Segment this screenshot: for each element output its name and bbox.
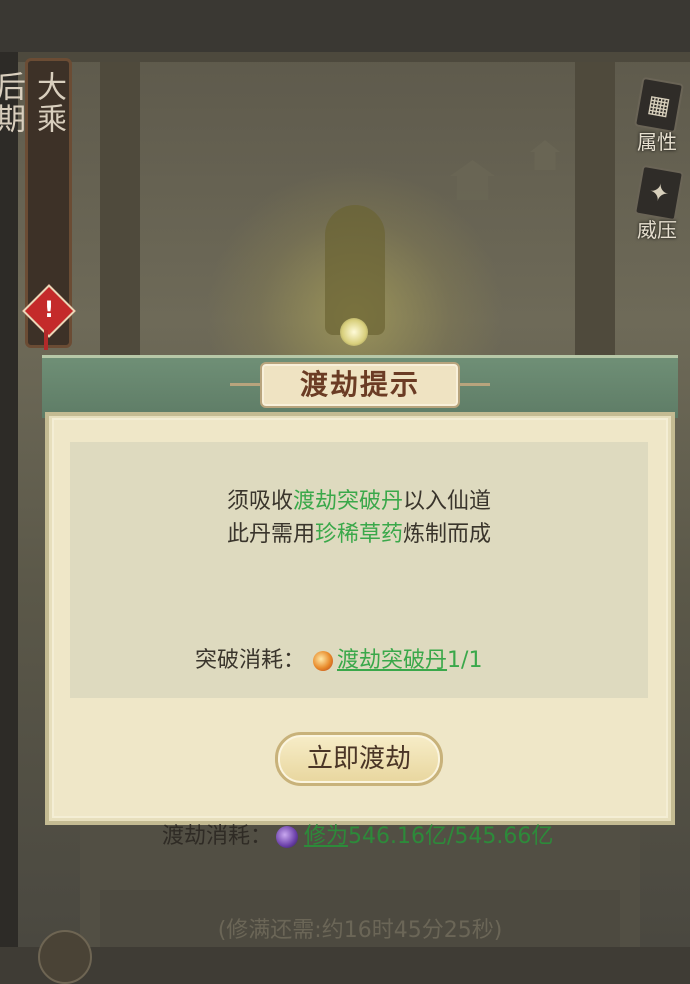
- herb-highlight: 珍稀草药: [314, 522, 403, 547]
- rank-stage: 后期: [0, 71, 25, 135]
- title-ornament-right: [460, 383, 490, 386]
- cultivation-value: 546.16亿/545.66亿: [348, 824, 554, 849]
- banner-tassel: [44, 330, 48, 350]
- attributes-icon: ▦: [633, 76, 685, 134]
- dialog-title: 渡劫提示: [299, 368, 420, 401]
- hint-line-2: 此丹需用珍稀草药炼制而成: [226, 522, 492, 547]
- rank-text: 大乘 后期 巅峰: [0, 71, 69, 135]
- tribulation-cost-row: 渡劫消耗： 修为546.16亿/545.66亿: [162, 820, 553, 854]
- cultivation-orb-icon: [276, 826, 299, 848]
- title-ornament-left: [230, 383, 260, 386]
- left-edge-strip: [0, 0, 18, 947]
- cultivation-link[interactable]: 修为: [304, 824, 348, 849]
- breakthrough-cost-row: 突破消耗： 渡劫突破丹1/1: [195, 645, 482, 677]
- remaining-time: (修满还需:约16时45分25秒): [217, 918, 503, 943]
- top-bar: [0, 0, 690, 52]
- meditating-figure: [325, 205, 385, 335]
- breakthrough-pill-link[interactable]: 渡劫突破丹: [337, 648, 447, 673]
- breakthrough-pill-count: 1/1: [447, 648, 483, 673]
- pressure-icon: ✦: [633, 164, 685, 222]
- pill-icon: [313, 651, 334, 671]
- pressure-label: 威压: [637, 218, 677, 242]
- scene-frame-top: [18, 52, 690, 62]
- pressure-button[interactable]: ✦ 威压: [628, 164, 686, 246]
- breakthrough-cost-label: 突破消耗：: [195, 648, 306, 673]
- corner-button[interactable]: [38, 930, 92, 984]
- rank-realm: 大乘: [31, 71, 66, 135]
- right-pillar: [575, 62, 615, 362]
- glowing-orb: [340, 318, 368, 346]
- attributes-button[interactable]: ▦ 属性: [628, 76, 686, 158]
- start-tribulation-button[interactable]: 立即渡劫: [275, 732, 443, 786]
- left-pillar: [100, 62, 140, 362]
- tribulation-cost-label: 渡劫消耗：: [162, 824, 273, 849]
- pill-name-highlight: 渡劫突破丹: [292, 489, 403, 514]
- attributes-label: 属性: [637, 130, 677, 154]
- hint-line-1: 须吸收渡劫突破丹以入仙道: [226, 489, 492, 514]
